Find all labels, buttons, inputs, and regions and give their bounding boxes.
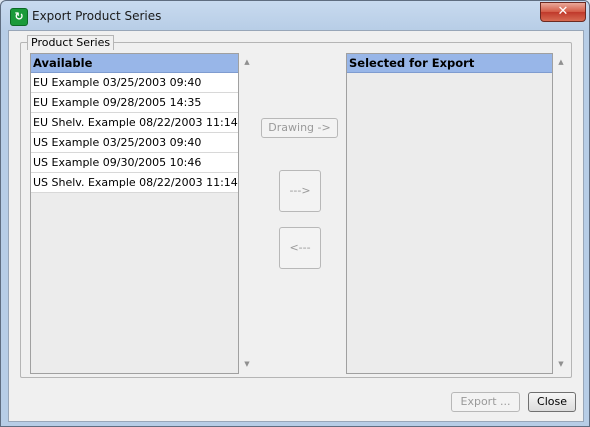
dialog-body: Product Series Available EU Example 03/2… <box>8 30 584 422</box>
list-item[interactable]: EU Shelv. Example 08/22/2003 11:14 <box>31 113 238 133</box>
group-legend: Product Series <box>27 35 115 50</box>
list-item[interactable]: US Example 03/25/2003 09:40 <box>31 133 238 153</box>
list-item[interactable]: US Example 09/30/2005 10:46 <box>31 153 238 173</box>
window-close-button[interactable]: ✕ <box>540 2 586 22</box>
export-dialog-window: ↻ Export Product Series ✕ Product Series… <box>0 0 590 427</box>
scroll-up-icon[interactable]: ▲ <box>239 55 255 69</box>
available-scrollbar[interactable]: ▲ ▼ <box>239 54 255 373</box>
selected-scrollbar[interactable]: ▲ ▼ <box>553 54 569 373</box>
available-list-header: Available <box>31 54 238 73</box>
export-button[interactable]: Export ... <box>451 392 520 412</box>
list-item[interactable]: EU Example 09/28/2005 14:35 <box>31 93 238 113</box>
window-title: Export Product Series <box>32 9 162 23</box>
available-list[interactable]: Available EU Example 03/25/2003 09:40 EU … <box>30 53 239 374</box>
add-to-export-button[interactable]: ---> <box>279 170 321 212</box>
drawing-button[interactable]: Drawing -> <box>261 118 338 138</box>
selected-list-header: Selected for Export <box>347 54 552 73</box>
scroll-down-icon[interactable]: ▼ <box>553 357 569 371</box>
scroll-down-icon[interactable]: ▼ <box>239 357 255 371</box>
app-icon: ↻ <box>10 8 28 26</box>
selected-for-export-list[interactable]: Selected for Export <box>346 53 553 374</box>
scroll-up-icon[interactable]: ▲ <box>553 55 569 69</box>
close-button[interactable]: Close <box>528 392 576 412</box>
product-series-group: Product Series Available EU Example 03/2… <box>20 35 572 378</box>
title-bar[interactable]: ↻ Export Product Series ✕ <box>1 1 589 31</box>
list-item[interactable]: US Shelv. Example 08/22/2003 11:14 <box>31 173 238 193</box>
remove-from-export-button[interactable]: <--- <box>279 227 321 269</box>
list-item[interactable]: EU Example 03/25/2003 09:40 <box>31 73 238 93</box>
